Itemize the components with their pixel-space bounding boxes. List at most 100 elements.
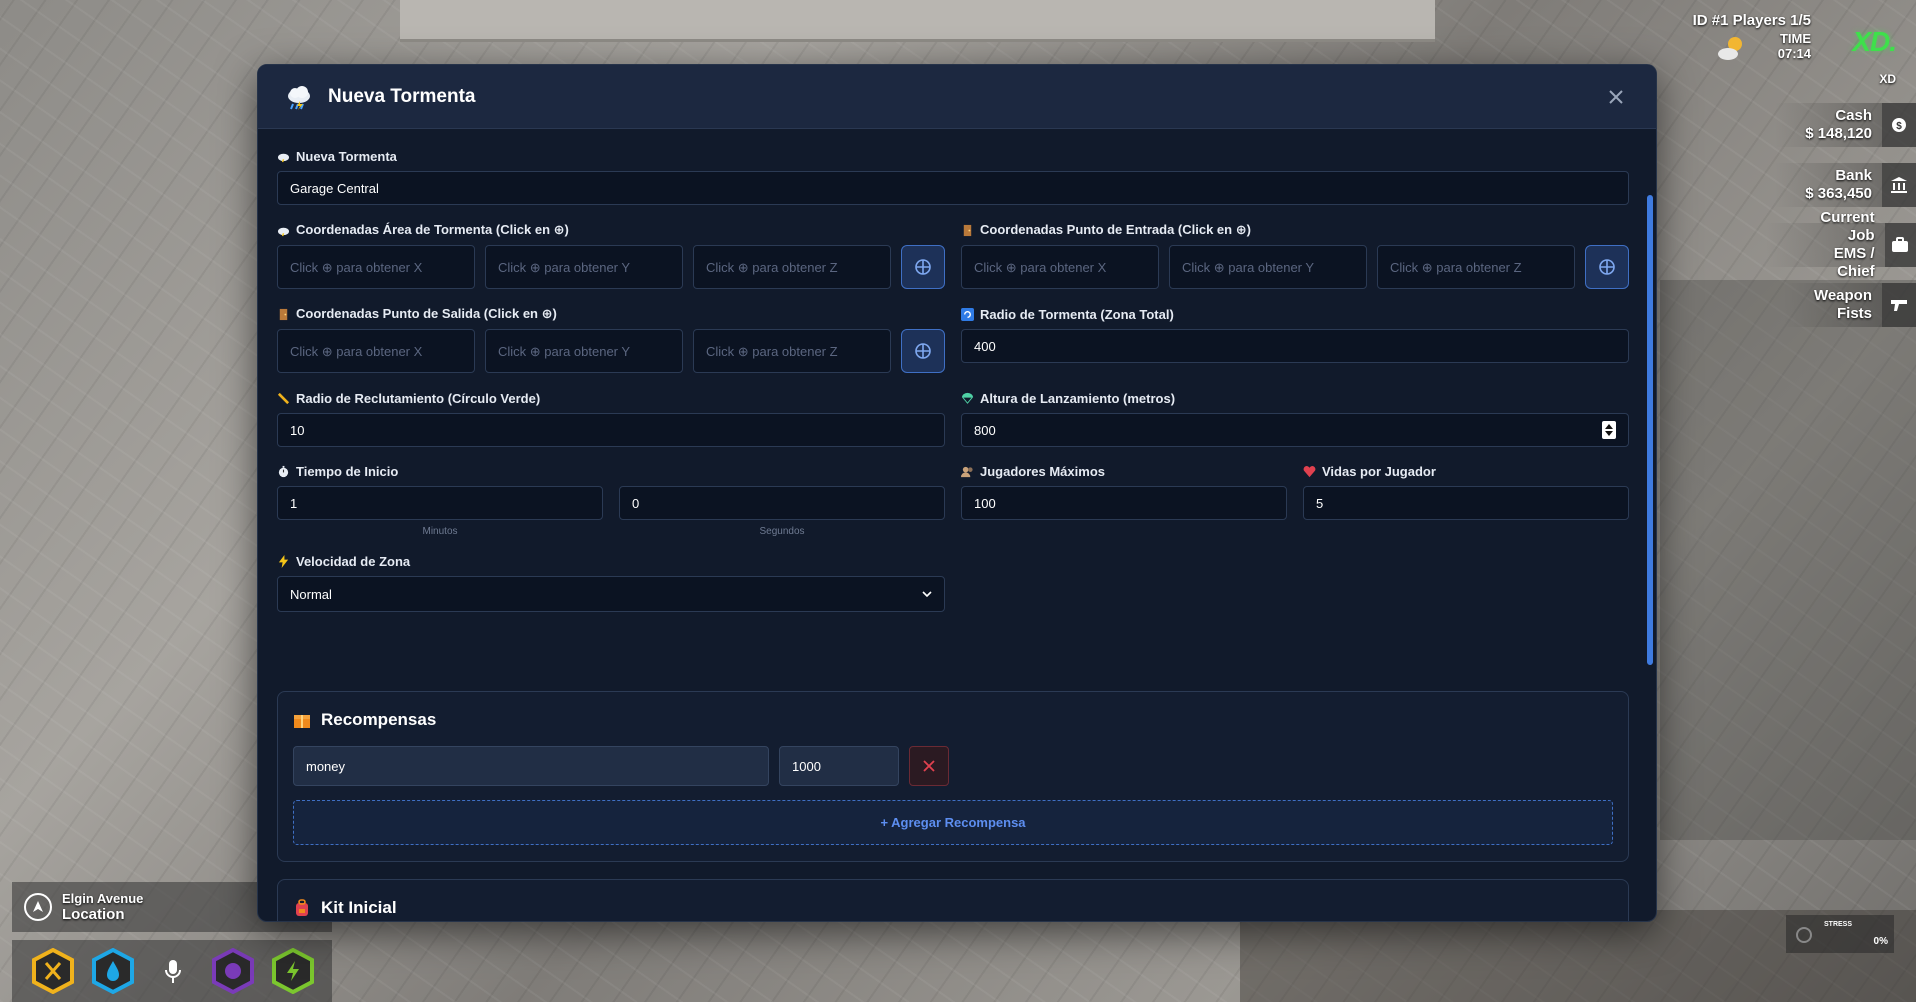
close-button[interactable] bbox=[1602, 83, 1630, 111]
seconds-hint: Segundos bbox=[759, 526, 805, 537]
parachute-icon bbox=[961, 392, 974, 404]
storm-radius-input[interactable] bbox=[961, 329, 1629, 363]
minutes-input[interactable] bbox=[277, 486, 603, 520]
dollar-icon: $ bbox=[1805, 125, 1818, 142]
hud-cash: Cash $ 148,120 $ bbox=[1766, 100, 1916, 150]
status-bar bbox=[12, 940, 332, 1002]
exit-coords-group: Coordenadas Punto de Salida (Click en ⊕) bbox=[277, 305, 945, 373]
hud-time: TIME 07:14 bbox=[1778, 31, 1811, 61]
modal-title: Nueva Tormenta bbox=[328, 85, 476, 107]
kit-title: Kit Inicial bbox=[321, 898, 397, 917]
server-logo-sub: XD bbox=[1879, 72, 1896, 86]
rewards-title: Recompensas bbox=[321, 710, 437, 729]
svg-text:$: $ bbox=[1896, 121, 1902, 132]
storm-modal: Nueva Tormenta Nueva Tormenta Coordenada… bbox=[257, 64, 1657, 922]
lives-group: Vidas por Jugador bbox=[1303, 462, 1629, 520]
exit-get-coords-button[interactable] bbox=[901, 329, 945, 373]
entry-get-coords-button[interactable] bbox=[1585, 245, 1629, 289]
bank-label: Bank bbox=[1835, 167, 1872, 184]
background-structure bbox=[400, 0, 1435, 42]
spinner-down-icon bbox=[1605, 431, 1613, 436]
storm-get-coords-button[interactable] bbox=[901, 245, 945, 289]
exit-z-input[interactable] bbox=[693, 329, 891, 373]
number-spinner[interactable] bbox=[1602, 421, 1616, 439]
backpack-icon bbox=[296, 899, 308, 916]
gun-icon bbox=[1882, 283, 1916, 327]
street-name: Elgin Avenue bbox=[62, 891, 144, 906]
recruit-radius-label: Radio de Reclutamiento (Círculo Verde) bbox=[296, 390, 541, 406]
storm-y-input[interactable] bbox=[485, 245, 683, 289]
start-time-group: Tiempo de Inicio Minutos Segundos bbox=[277, 462, 945, 537]
max-players-label: Jugadores Máximos bbox=[980, 463, 1105, 479]
hud-top: ID #1 Players 1/5 TIME 07:14 XD. XD bbox=[1692, 10, 1897, 90]
exit-y-input[interactable] bbox=[485, 329, 683, 373]
lightning-icon bbox=[278, 554, 289, 568]
refresh-icon bbox=[961, 307, 974, 321]
weapon-label: Weapon bbox=[1813, 287, 1872, 304]
entry-y-input[interactable] bbox=[1169, 245, 1367, 289]
max-players-group: Jugadores Máximos bbox=[961, 462, 1287, 520]
recruit-radius-input[interactable] bbox=[277, 413, 945, 447]
reward-name-input[interactable] bbox=[293, 746, 769, 786]
hud-weapon: Weapon Fists bbox=[1766, 280, 1916, 330]
hud-bank: Bank $ 363,450 bbox=[1766, 160, 1916, 210]
spinner-up-icon bbox=[1605, 424, 1613, 429]
background-path bbox=[1660, 280, 1916, 840]
briefcase-icon bbox=[1884, 223, 1916, 267]
chevron-down-icon bbox=[922, 591, 932, 597]
cloud-icon bbox=[277, 227, 290, 236]
max-players-input[interactable] bbox=[961, 486, 1287, 520]
exit-x-input[interactable] bbox=[277, 329, 475, 373]
launch-height-label: Altura de Lanzamiento (metros) bbox=[980, 390, 1176, 406]
seconds-input[interactable] bbox=[619, 486, 945, 520]
reward-qty-input[interactable] bbox=[779, 746, 899, 786]
job-label: Current Job bbox=[1820, 209, 1875, 244]
modal-body: Nueva Tormenta Coordenadas Área de Torme… bbox=[258, 129, 1656, 921]
name-label: Nueva Tormenta bbox=[296, 148, 397, 164]
stamina-icon bbox=[210, 948, 256, 994]
entry-x-input[interactable] bbox=[961, 245, 1159, 289]
hud-time-value: 07:14 bbox=[1777, 46, 1811, 61]
crosshair-icon bbox=[1599, 259, 1615, 275]
launch-height-group: Altura de Lanzamiento (metros) 800 bbox=[961, 389, 1629, 447]
lives-input[interactable] bbox=[1303, 486, 1629, 520]
storm-name-input[interactable] bbox=[277, 171, 1629, 205]
hunger-icon bbox=[30, 948, 76, 994]
close-icon bbox=[1609, 89, 1623, 104]
zone-speed-label: Velocidad de Zona bbox=[296, 553, 411, 569]
ruler-icon bbox=[277, 392, 290, 404]
add-reward-button[interactable]: + Agregar Recompensa bbox=[293, 800, 1613, 845]
hud-id-players: ID #1 Players 1/5 bbox=[1692, 12, 1811, 29]
stress-ring-icon bbox=[1796, 927, 1812, 943]
entry-z-input[interactable] bbox=[1377, 245, 1575, 289]
dollar-icon: $ bbox=[1805, 185, 1818, 202]
cash-label: Cash bbox=[1835, 107, 1872, 124]
door-icon bbox=[963, 224, 972, 236]
job-value: EMS / Chief bbox=[1833, 245, 1875, 280]
armor-icon bbox=[270, 948, 316, 994]
zone-speed-group: Velocidad de Zona Normal bbox=[277, 552, 945, 612]
hud-job: Current Job EMS / Chief bbox=[1766, 209, 1916, 280]
storm-x-input[interactable] bbox=[277, 245, 475, 289]
storm-radius-group: Radio de Tormenta (Zona Total) bbox=[961, 305, 1629, 363]
crosshair-icon bbox=[915, 343, 931, 359]
storm-z-input[interactable] bbox=[693, 245, 891, 289]
remove-reward-button[interactable] bbox=[909, 746, 949, 786]
launch-height-input[interactable]: 800 bbox=[961, 413, 1629, 447]
zone-speed-select[interactable]: Normal bbox=[277, 576, 945, 612]
reward-row bbox=[293, 746, 1613, 786]
zone-speed-value: Normal bbox=[290, 586, 332, 602]
crosshair-icon bbox=[915, 259, 931, 275]
cloud-icon bbox=[277, 153, 290, 162]
entry-coords-label: Coordenadas Punto de Entrada (Click en ⊕… bbox=[980, 222, 1251, 237]
storm-radius-label: Radio de Tormenta (Zona Total) bbox=[980, 306, 1174, 322]
compass-icon bbox=[24, 893, 52, 921]
name-field-group: Nueva Tormenta bbox=[277, 147, 1629, 205]
weapon-value: Fists bbox=[1836, 305, 1872, 322]
server-logo: XD. bbox=[1852, 26, 1897, 57]
rewards-panel: Recompensas + Agregar Recompensa bbox=[277, 691, 1629, 862]
kit-panel: Kit Inicial bbox=[277, 879, 1629, 921]
storm-coords-group: Coordenadas Área de Tormenta (Click en ⊕… bbox=[277, 221, 945, 289]
close-icon bbox=[923, 760, 935, 772]
bank-icon bbox=[1882, 163, 1916, 207]
